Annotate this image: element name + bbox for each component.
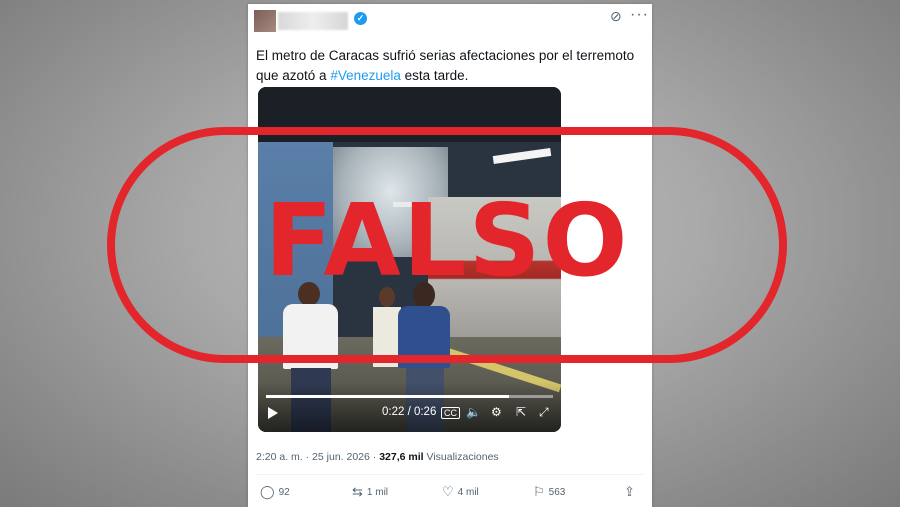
play-icon[interactable] [268,407,278,419]
video-progress-bar[interactable] [266,395,553,398]
share-button[interactable]: ⇪ [624,484,639,500]
tweet-metadata: 2:20 a. m. · 25 jun. 2026 · 327,6 mil Vi… [256,451,499,463]
blurred-username [278,12,348,30]
share-icon: ⇪ [624,484,635,499]
reply-count: 92 [278,487,290,498]
bookmark-button[interactable]: ⚐ 563 [533,484,565,500]
repost-count: 1 mil [366,487,389,498]
stamp-text: FALSO [265,182,630,299]
settings-icon[interactable]: ⚙ [491,405,502,419]
tweet-time[interactable]: 2:20 a. m. [256,451,303,463]
views-label: Visualizaciones [426,451,499,463]
repost-button[interactable]: ⇆ 1 mil [352,484,388,500]
reply-button[interactable]: ◯ 92 [260,484,290,500]
volume-icon[interactable]: 🔈 [466,405,481,419]
like-count: 4 mil [457,487,479,498]
captions-icon[interactable]: CC [441,407,460,419]
video-time: 0:22 / 0:26 [382,406,437,418]
reply-icon: ◯ [260,484,275,499]
falso-stamp: FALSO [107,127,787,363]
tweet-date[interactable]: 25 jun. 2026 [312,451,370,463]
repost-icon: ⇆ [352,484,363,499]
hashtag-link[interactable]: #Venezuela [330,68,401,83]
tweet-text-part: esta tarde. [400,68,469,83]
grok-icon[interactable]: ⊘ [610,8,622,25]
video-progress-fill [266,395,509,398]
avatar[interactable] [254,10,276,32]
bookmark-icon: ⚐ [533,484,545,499]
tweet-text: El metro de Caracas sufrió serias afecta… [256,46,641,86]
pop-out-icon[interactable]: ⇱ [516,405,526,419]
verified-badge-icon: ✓ [354,12,367,25]
heart-icon: ♡ [442,484,454,499]
fullscreen-icon[interactable]: ⤢ [539,405,549,420]
like-button[interactable]: ♡ 4 mil [442,484,479,500]
divider [256,474,644,475]
more-icon[interactable]: ··· [630,6,649,24]
views-count: 327,6 mil [379,451,424,463]
bookmark-count: 563 [548,487,566,498]
